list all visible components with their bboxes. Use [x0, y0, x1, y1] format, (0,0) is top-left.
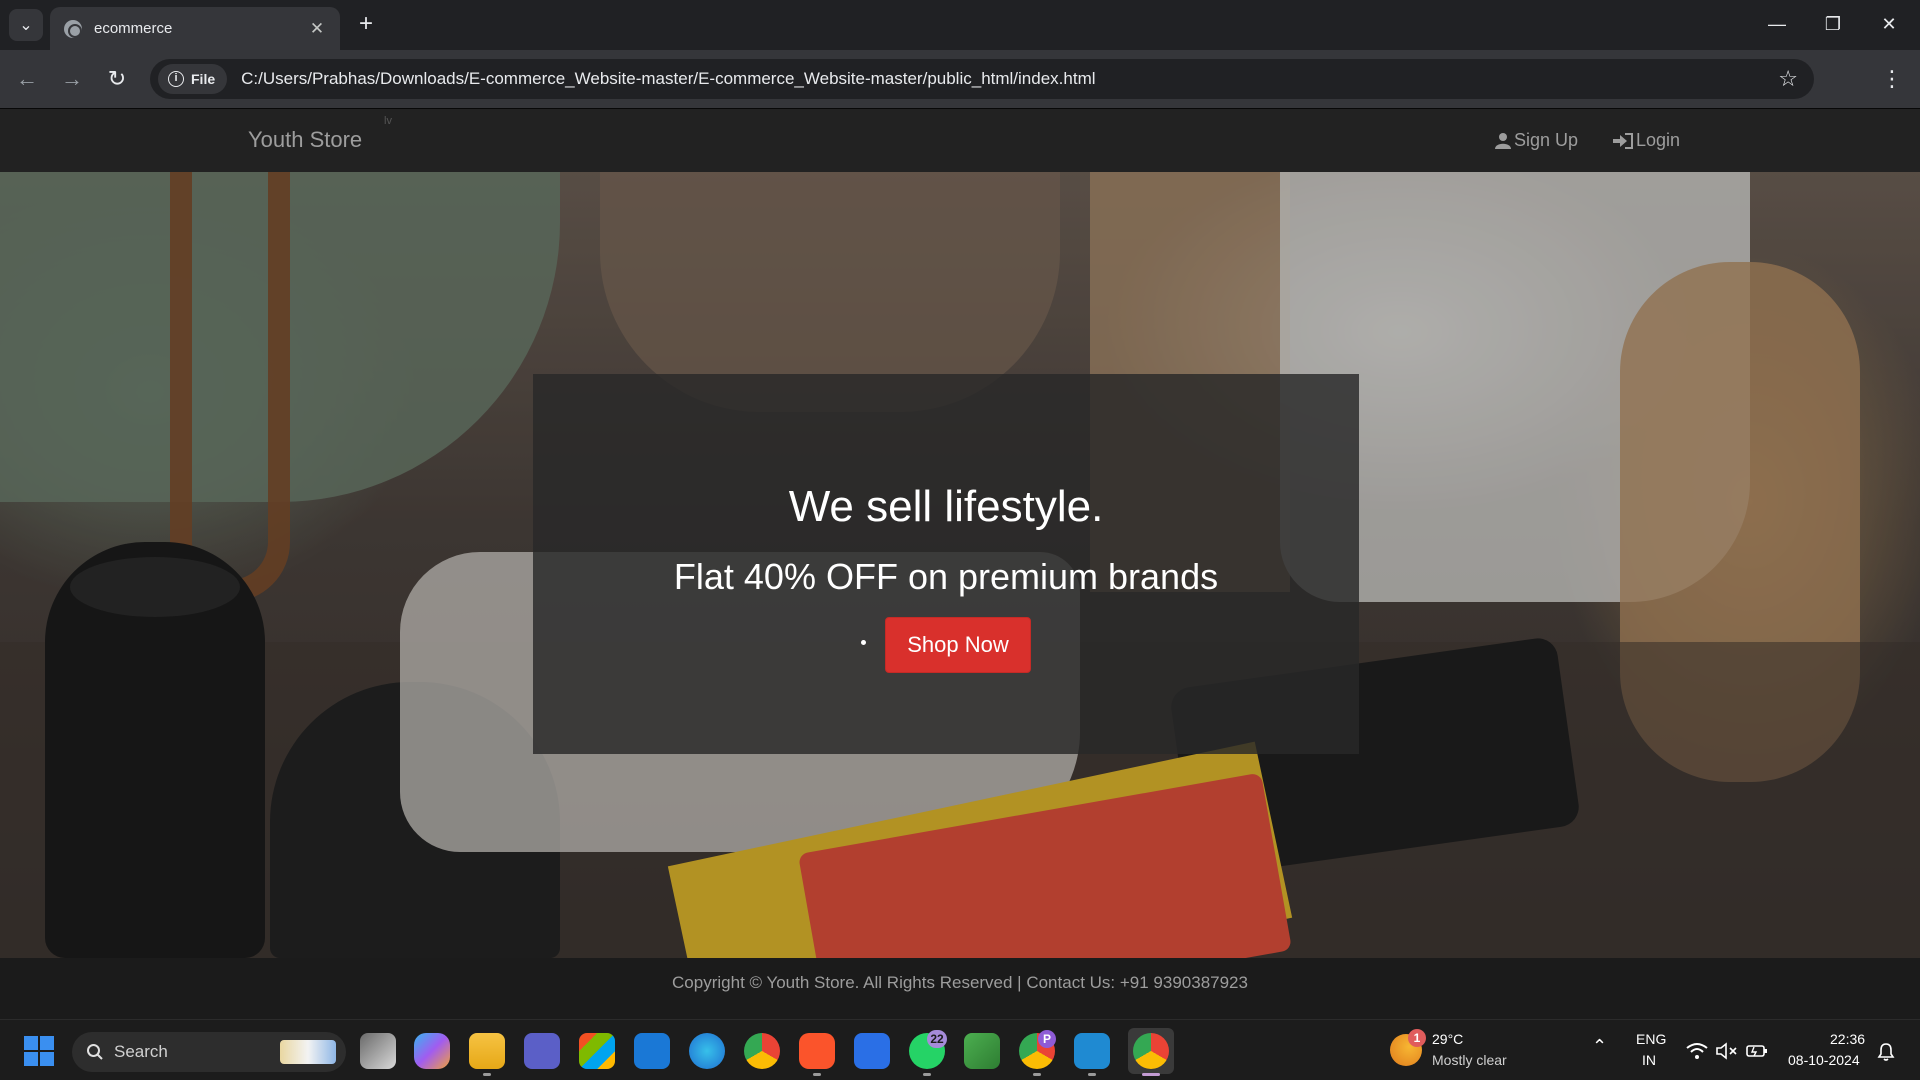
- signup-link[interactable]: Sign Up: [1494, 130, 1578, 151]
- chrome-icon[interactable]: [744, 1033, 780, 1069]
- widgets-app-icon[interactable]: [964, 1033, 1000, 1069]
- brand-link[interactable]: Youth Store: [248, 127, 362, 153]
- signup-label: Sign Up: [1514, 130, 1579, 150]
- hero-title: We sell lifestyle.: [788, 482, 1104, 531]
- back-icon[interactable]: ←: [12, 64, 42, 94]
- site-chip-label: File: [191, 71, 216, 87]
- microsoft-store-icon[interactable]: [579, 1033, 615, 1069]
- login-icon: [1613, 132, 1633, 149]
- windows-start-icon[interactable]: [24, 1036, 54, 1066]
- clock-time[interactable]: 22:36: [1830, 1031, 1865, 1047]
- tab-title: ecommerce: [94, 20, 173, 37]
- login-link[interactable]: Login: [1612, 130, 1680, 151]
- hero-banner: We sell lifestyle. Flat 40% OFF on premi…: [0, 172, 1920, 958]
- chrome-profile-badge: P: [1038, 1030, 1056, 1048]
- login-label: Login: [1636, 130, 1681, 150]
- windows-taskbar: Search 22 P 1 29°C Mostly clear ⌃ ENG IN: [0, 1019, 1920, 1080]
- browser-toolbar: ← → ↻ i File C:/Users/Prabhas/Downloads/…: [0, 50, 1920, 136]
- notification-bell-icon[interactable]: [1876, 1042, 1896, 1062]
- site-footer: Copyright © Youth Store. All Rights Rese…: [0, 958, 1920, 1019]
- web-page: Youth Store lv Sign Up Login We sell lif…: [0, 108, 1920, 1019]
- search-icon: [87, 1044, 103, 1060]
- brave-icon[interactable]: [799, 1033, 835, 1069]
- language-primary[interactable]: ENG: [1636, 1031, 1666, 1047]
- weather-condition[interactable]: Mostly clear: [1432, 1052, 1507, 1068]
- running-indicator: [923, 1073, 931, 1076]
- weather-badge: 1: [1408, 1029, 1426, 1047]
- edge-icon[interactable]: [689, 1033, 725, 1069]
- active-indicator: [1142, 1073, 1160, 1076]
- task-view-icon[interactable]: [360, 1033, 396, 1069]
- copilot-icon[interactable]: [414, 1033, 450, 1069]
- mail-icon[interactable]: [634, 1033, 670, 1069]
- url-text[interactable]: C:/Users/Prabhas/Downloads/E-commerce_We…: [241, 69, 1778, 89]
- address-bar[interactable]: i File C:/Users/Prabhas/Downloads/E-comm…: [150, 59, 1814, 99]
- shop-now-button[interactable]: Shop Now: [885, 617, 1031, 673]
- hp-app-icon[interactable]: [854, 1033, 890, 1069]
- browser-tab[interactable]: ecommerce ✕: [50, 7, 340, 50]
- list-bullet: [861, 640, 866, 645]
- clock-date[interactable]: 08-10-2024: [1788, 1052, 1860, 1068]
- volume-muted-icon[interactable]: [1716, 1042, 1738, 1060]
- taskbar-search[interactable]: Search: [72, 1032, 346, 1072]
- globe-icon: [64, 19, 82, 38]
- tab-close-icon[interactable]: ✕: [306, 19, 328, 39]
- file-explorer-icon[interactable]: [469, 1033, 505, 1069]
- running-indicator: [813, 1073, 821, 1076]
- reload-icon[interactable]: ↻: [102, 64, 132, 94]
- restore-icon[interactable]: ❐: [1810, 10, 1856, 38]
- close-window-icon[interactable]: ✕: [1866, 10, 1912, 38]
- running-indicator: [1088, 1073, 1096, 1076]
- weather-temp[interactable]: 29°C: [1432, 1031, 1463, 1047]
- hero-subtitle: Flat 40% OFF on premium brands: [673, 556, 1219, 597]
- info-icon: i: [168, 71, 184, 87]
- browser-menu-icon[interactable]: ⋮: [1880, 62, 1904, 96]
- teams-icon[interactable]: [524, 1033, 560, 1069]
- brand-mark: lv: [384, 115, 392, 127]
- language-secondary[interactable]: IN: [1642, 1052, 1656, 1068]
- minimize-icon[interactable]: —: [1754, 10, 1800, 38]
- site-info-chip[interactable]: i File: [158, 64, 228, 94]
- site-navbar: Youth Store lv Sign Up Login: [0, 108, 1920, 172]
- forward-icon[interactable]: →: [57, 64, 87, 94]
- promo-box: We sell lifestyle. Flat 40% OFF on premi…: [533, 374, 1359, 754]
- running-indicator: [1033, 1073, 1041, 1076]
- user-icon: [1495, 132, 1511, 149]
- running-indicator: [483, 1073, 491, 1076]
- tab-search-dropdown-icon[interactable]: ⌄: [9, 9, 43, 41]
- bookmark-star-icon[interactable]: ☆: [1778, 66, 1798, 92]
- search-highlight-image: [280, 1040, 336, 1064]
- chrome-active-icon[interactable]: [1133, 1033, 1169, 1069]
- chevron-up-icon[interactable]: ⌃: [1592, 1036, 1607, 1057]
- new-tab-button[interactable]: +: [352, 11, 380, 39]
- wifi-icon[interactable]: [1686, 1042, 1708, 1060]
- browser-titlebar: ⌄ ecommerce ✕ + — ❐ ✕: [0, 0, 1920, 50]
- vscode-icon[interactable]: [1074, 1033, 1110, 1069]
- battery-icon[interactable]: [1746, 1042, 1768, 1060]
- search-label: Search: [114, 1042, 168, 1061]
- whatsapp-badge: 22: [927, 1030, 947, 1048]
